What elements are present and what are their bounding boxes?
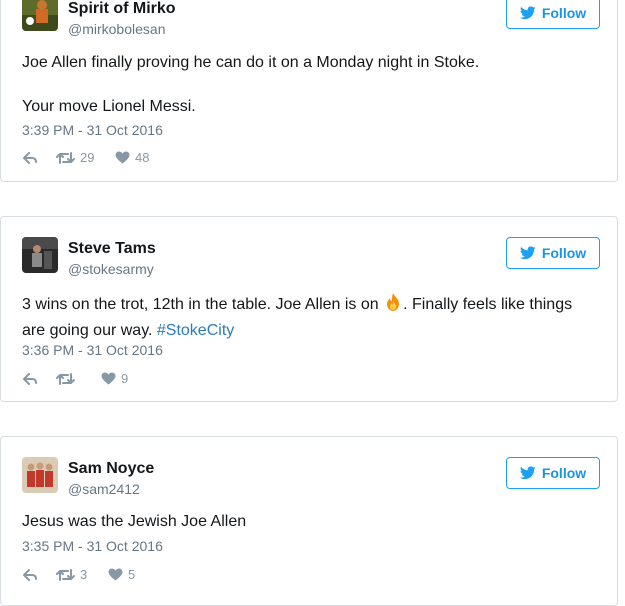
tweet-paragraph: Jesus was the Jewish Joe Allen: [22, 513, 247, 530]
tweet-paragraph: Your move Lionel Messi.: [22, 98, 196, 115]
like-count: 9: [121, 371, 129, 386]
twitter-bird-icon: [519, 466, 536, 480]
hashtag-link[interactable]: #StokeCity: [157, 322, 234, 339]
tweet-text: Joe Allen finally proving he can do it o…: [22, 51, 597, 118]
retweet-icon: [56, 151, 75, 164]
follow-label: Follow: [541, 465, 587, 481]
timestamp[interactable]: 3:39 PM - 31 Oct 2016: [22, 122, 163, 138]
twitter-bird-icon: [519, 246, 536, 260]
twitter-bird-icon: [519, 6, 536, 20]
tweet-text-start: 3 wins on the trot, 12th in the table. J…: [22, 296, 384, 313]
retweet-button[interactable]: 29: [56, 150, 115, 165]
reply-button[interactable]: [22, 568, 56, 582]
retweet-icon: [56, 568, 75, 581]
display-name[interactable]: Steve Tams: [68, 240, 156, 258]
reply-button[interactable]: [22, 151, 56, 165]
tweet-text: 3 wins on the trot, 12th in the table. J…: [22, 292, 597, 342]
retweet-button[interactable]: 3: [56, 567, 108, 582]
timestamp[interactable]: 3:36 PM - 31 Oct 2016: [22, 342, 163, 358]
like-button[interactable]: 48: [115, 150, 149, 165]
follow-label: Follow: [541, 5, 587, 21]
tweet-paragraph: Joe Allen finally proving he can do it o…: [22, 54, 480, 71]
user-handle[interactable]: @mirkobolesan: [68, 21, 165, 37]
reply-icon: [23, 151, 37, 164]
retweet-count: 3: [80, 567, 88, 582]
avatar[interactable]: [22, 0, 58, 31]
timestamp[interactable]: 3:35 PM - 31 Oct 2016: [22, 538, 163, 554]
heart-icon: [108, 568, 123, 581]
tweet-card: Steve Tams @stokesarmy Follow 3 wins on …: [0, 216, 618, 402]
retweet-count: 29: [80, 150, 95, 165]
retweet-button[interactable]: [56, 372, 101, 386]
tweet-actions: 29 48: [22, 150, 149, 165]
reply-button[interactable]: [22, 372, 56, 386]
like-count: 5: [128, 567, 136, 582]
avatar[interactable]: [22, 237, 58, 273]
like-count: 48: [135, 150, 150, 165]
tweet-actions: 3 5: [22, 567, 135, 582]
display-name[interactable]: Sam Noyce: [68, 460, 154, 478]
follow-button[interactable]: Follow: [506, 457, 600, 489]
reply-icon: [23, 372, 37, 385]
retweet-icon: [56, 372, 75, 385]
like-button[interactable]: 9: [101, 371, 128, 386]
tweet-card: Sam Noyce @sam2412 Follow Jesus was the …: [0, 436, 618, 606]
like-button[interactable]: 5: [108, 567, 135, 582]
follow-button[interactable]: Follow: [506, 237, 600, 269]
follow-button[interactable]: Follow: [506, 0, 600, 29]
user-handle[interactable]: @sam2412: [68, 481, 140, 497]
tweet-text: Jesus was the Jewish Joe Allen: [22, 510, 597, 533]
follow-label: Follow: [541, 245, 587, 261]
display-name[interactable]: Spirit of Mirko: [68, 0, 176, 18]
heart-icon: [101, 372, 116, 385]
reply-icon: [23, 568, 37, 581]
fire-emoji-icon: [383, 292, 403, 319]
heart-icon: [115, 151, 130, 164]
avatar[interactable]: [22, 457, 58, 493]
tweet-card: Spirit of Mirko @mirkobolesan Follow Joe…: [0, 0, 618, 182]
user-handle[interactable]: @stokesarmy: [68, 261, 154, 277]
tweet-actions: 9: [22, 371, 128, 386]
